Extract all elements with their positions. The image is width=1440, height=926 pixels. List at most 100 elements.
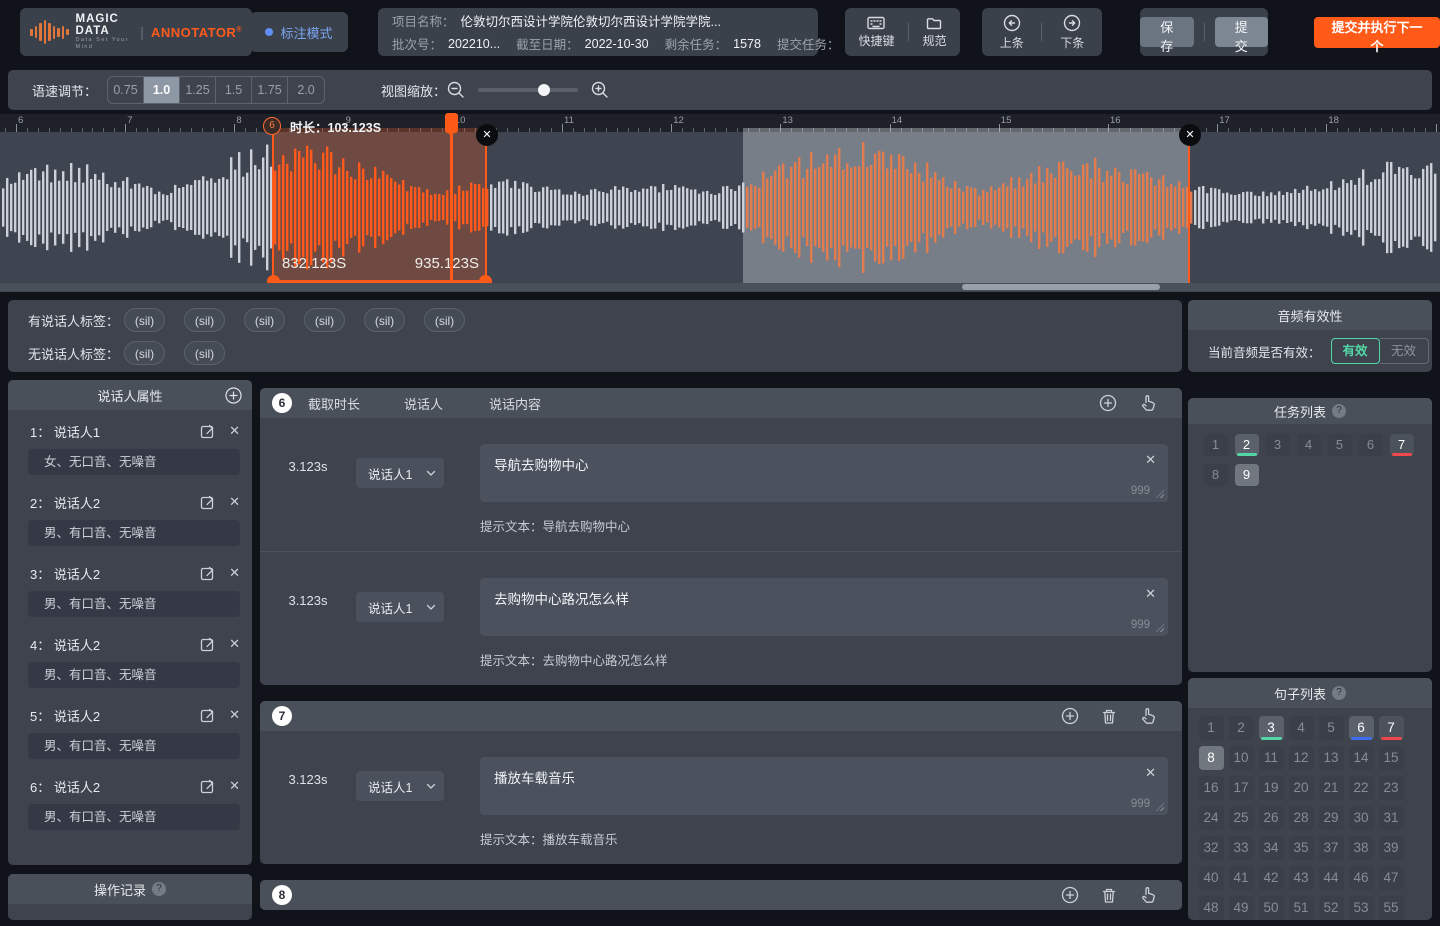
sentence-item-50[interactable]: 50 (1259, 896, 1284, 920)
speaker-select[interactable]: 说话人1 (356, 771, 444, 801)
sentence-item-12[interactable]: 12 (1289, 746, 1314, 770)
zoom-slider[interactable] (478, 88, 578, 92)
remove-speaker-button[interactable]: ✕ (229, 778, 240, 794)
sentence-item-48[interactable]: 48 (1199, 896, 1224, 920)
sentence-item-35[interactable]: 35 (1289, 836, 1314, 860)
task-item-1[interactable]: 1 (1204, 434, 1228, 456)
resize-handle-icon[interactable] (1156, 490, 1164, 498)
sentence-item-38[interactable]: 38 (1349, 836, 1374, 860)
task-item-5[interactable]: 5 (1328, 434, 1352, 456)
clear-text-button[interactable]: ✕ (1145, 586, 1156, 602)
add-row-button[interactable] (1061, 707, 1079, 725)
delete-segment-button[interactable] (1101, 887, 1117, 904)
remove-speaker-button[interactable]: ✕ (229, 636, 240, 652)
edit-speaker-button[interactable] (200, 637, 215, 652)
content-textarea[interactable]: 去购物中心路况怎么样✕999 (480, 578, 1168, 636)
sil-tag-pill[interactable]: (sil) (364, 308, 405, 332)
drag-segment-button[interactable] (1139, 394, 1156, 412)
sentence-item-6[interactable]: 6 (1349, 716, 1374, 740)
speaker-description[interactable]: 男、有口音、无噪音 (28, 520, 240, 546)
speed-option-2.0[interactable]: 2.0 (288, 77, 324, 103)
edit-speaker-button[interactable] (200, 779, 215, 794)
speed-option-1.0[interactable]: 1.0 (144, 77, 180, 103)
add-speaker-icon[interactable] (225, 387, 242, 404)
edit-speaker-button[interactable] (200, 495, 215, 510)
sentence-item-7[interactable]: 7 (1379, 716, 1404, 740)
sentence-item-31[interactable]: 31 (1379, 806, 1404, 830)
speaker-description[interactable]: 男、有口音、无噪音 (28, 662, 240, 688)
sentence-item-37[interactable]: 37 (1319, 836, 1344, 860)
task-item-3[interactable]: 3 (1266, 434, 1290, 456)
sentence-item-20[interactable]: 20 (1289, 776, 1314, 800)
speaker-description[interactable]: 男、有口音、无噪音 (28, 591, 240, 617)
help-icon[interactable]: ? (1332, 686, 1346, 700)
speed-option-1.75[interactable]: 1.75 (252, 77, 288, 103)
task-item-7[interactable]: 7 (1390, 434, 1414, 456)
speaker-description[interactable]: 女、无口音、无噪音 (28, 449, 240, 475)
submit-button[interactable]: 提交 (1215, 17, 1269, 47)
sil-tag-pill[interactable]: (sil) (244, 308, 285, 332)
remove-speaker-button[interactable]: ✕ (229, 565, 240, 581)
sentence-item-52[interactable]: 52 (1319, 896, 1344, 920)
sentence-item-39[interactable]: 39 (1379, 836, 1404, 860)
next-item-button[interactable]: 下条 (1060, 14, 1084, 51)
playhead[interactable] (450, 114, 453, 283)
save-button[interactable]: 保存 (1140, 17, 1194, 47)
sil-tag-pill[interactable]: (sil) (304, 308, 345, 332)
sentence-item-19[interactable]: 19 (1259, 776, 1284, 800)
sentence-item-33[interactable]: 33 (1229, 836, 1254, 860)
selected-region[interactable]: 832.123S 935.123S (272, 128, 487, 283)
remove-speaker-button[interactable]: ✕ (229, 494, 240, 510)
sentence-item-14[interactable]: 14 (1349, 746, 1374, 770)
sentence-item-5[interactable]: 5 (1319, 716, 1344, 740)
sentence-item-22[interactable]: 22 (1349, 776, 1374, 800)
zoom-out-icon[interactable] (446, 80, 466, 100)
sentence-item-16[interactable]: 16 (1199, 776, 1224, 800)
invalid-option[interactable]: 无效 (1380, 338, 1429, 364)
task-item-6[interactable]: 6 (1359, 434, 1383, 456)
resize-handle-icon[interactable] (1156, 803, 1164, 811)
sentence-item-47[interactable]: 47 (1379, 866, 1404, 890)
sentence-item-32[interactable]: 32 (1199, 836, 1224, 860)
speaker-description[interactable]: 男、有口音、无噪音 (28, 733, 240, 759)
drag-segment-button[interactable] (1139, 707, 1156, 725)
sentence-item-25[interactable]: 25 (1229, 806, 1254, 830)
sentence-item-24[interactable]: 24 (1199, 806, 1224, 830)
sentence-item-41[interactable]: 41 (1229, 866, 1254, 890)
sentence-item-4[interactable]: 4 (1289, 716, 1314, 740)
sentence-item-40[interactable]: 40 (1199, 866, 1224, 890)
sentence-item-21[interactable]: 21 (1319, 776, 1344, 800)
sil-tag-pill[interactable]: (sil) (124, 308, 165, 332)
secondary-region[interactable] (743, 128, 1190, 283)
edit-speaker-button[interactable] (200, 566, 215, 581)
clear-text-button[interactable]: ✕ (1145, 765, 1156, 781)
annotation-mode-button[interactable]: 标注模式 (250, 12, 348, 52)
spec-button[interactable]: 规范 (922, 16, 946, 49)
resize-handle-icon[interactable] (1156, 624, 1164, 632)
sentence-item-15[interactable]: 15 (1379, 746, 1404, 770)
sentence-item-46[interactable]: 46 (1349, 866, 1374, 890)
sentence-item-34[interactable]: 34 (1259, 836, 1284, 860)
sentence-item-13[interactable]: 13 (1319, 746, 1344, 770)
content-textarea[interactable]: 播放车载音乐✕999 (480, 757, 1168, 815)
edit-speaker-button[interactable] (200, 424, 215, 439)
add-row-button[interactable] (1099, 394, 1117, 412)
sil-tag-pill[interactable]: (sil) (124, 341, 165, 365)
zoom-in-icon[interactable] (590, 80, 610, 100)
zoom-slider-handle[interactable] (538, 84, 550, 96)
delete-segment-button[interactable] (1101, 708, 1117, 725)
sentence-item-8[interactable]: 8 (1199, 746, 1224, 770)
playhead-flag-icon[interactable] (445, 113, 458, 133)
sentence-item-30[interactable]: 30 (1349, 806, 1374, 830)
sentence-item-17[interactable]: 17 (1229, 776, 1254, 800)
sentence-item-1[interactable]: 1 (1199, 716, 1224, 740)
speed-option-1.25[interactable]: 1.25 (180, 77, 216, 103)
add-row-button[interactable] (1061, 886, 1079, 904)
remove-speaker-button[interactable]: ✕ (229, 707, 240, 723)
speed-option-0.75[interactable]: 0.75 (108, 77, 144, 103)
task-item-8[interactable]: 8 (1204, 464, 1228, 486)
close-region-button[interactable]: ✕ (1179, 124, 1201, 146)
sentence-item-23[interactable]: 23 (1379, 776, 1404, 800)
task-item-9[interactable]: 9 (1235, 464, 1259, 486)
waveform-bars[interactable] (0, 132, 1440, 283)
